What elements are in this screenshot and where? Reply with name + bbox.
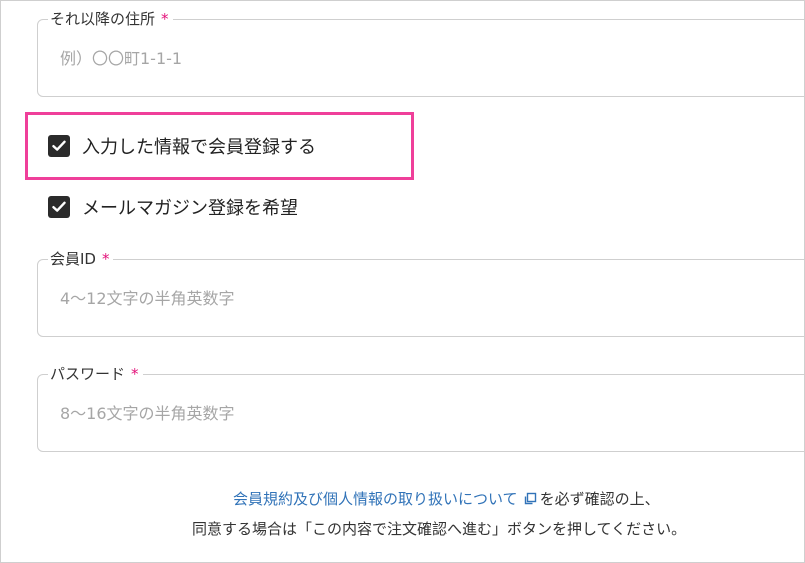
address-more-input[interactable] — [60, 46, 760, 70]
password-input[interactable] — [60, 401, 760, 425]
external-link-icon[interactable] — [523, 492, 537, 510]
address-more-label: それ以降の住所 — [50, 10, 156, 28]
newsletter-label: メールマガジン登録を希望 — [82, 198, 298, 219]
checkbox-checked-icon[interactable] — [48, 196, 70, 218]
password-legend: パスワード * — [48, 364, 143, 384]
required-mark: * — [161, 10, 169, 28]
terms-notice-line1: 会員規約及び個人情報の取り扱いについて を必ず確認の上、 — [233, 488, 660, 510]
member-id-input[interactable] — [60, 286, 760, 310]
password-label: パスワード — [50, 365, 126, 383]
form-panel: それ以降の住所 * 入力した情報で会員登録する メールマガジン登録を希望 会員ID… — [0, 0, 805, 563]
newsletter-checkbox[interactable]: メールマガジン登録を希望 — [48, 194, 298, 220]
terms-link[interactable]: 会員規約及び個人情報の取り扱いについて — [233, 490, 518, 508]
address-more-legend: それ以降の住所 * — [48, 9, 173, 29]
member-id-label: 会員ID — [50, 250, 96, 268]
terms-notice-line2: 同意する場合は「この内容で注文確認へ進む」ボタンを押してください。 — [192, 520, 687, 538]
register-member-label: 入力した情報で会員登録する — [82, 137, 316, 158]
required-mark: * — [101, 250, 110, 268]
member-id-legend: 会員ID * — [48, 249, 114, 269]
required-mark: * — [131, 365, 139, 383]
terms-notice-suffix: を必ず確認の上、 — [539, 490, 660, 508]
checkbox-checked-icon[interactable] — [48, 135, 70, 157]
register-member-checkbox[interactable]: 入力した情報で会員登録する — [48, 133, 316, 159]
password-field: パスワード * — [37, 364, 804, 452]
member-id-field: 会員ID * — [37, 249, 804, 337]
address-more-field: それ以降の住所 * — [37, 9, 804, 97]
